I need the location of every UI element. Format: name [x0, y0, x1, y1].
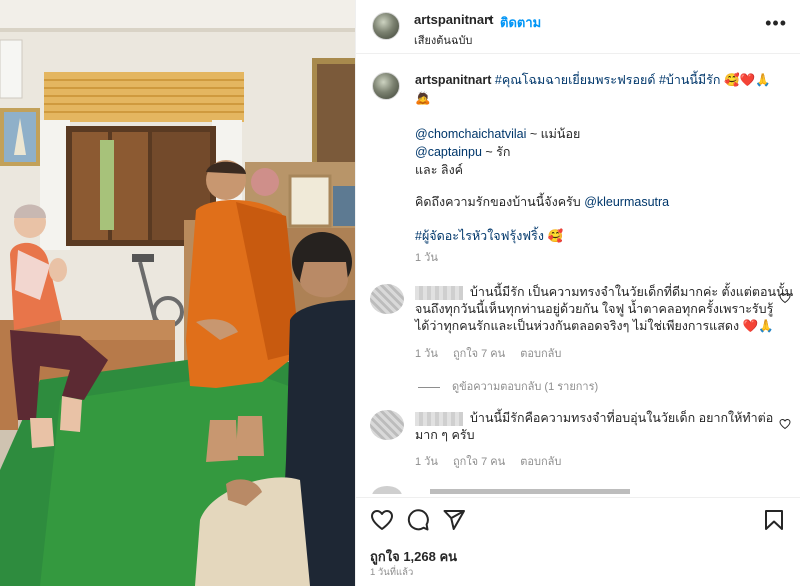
comment-text-line-2: จนถึงทุกวันนี้เห็นทุกท่านอยู่ด้วยกัน ใจฟ…: [415, 302, 774, 316]
post-photo-illustration: [0, 0, 355, 586]
comment-reply-button[interactable]: ตอบกลับ: [520, 348, 561, 360]
post-photo[interactable]: [0, 0, 355, 586]
comment-likes[interactable]: ถูกใจ 7 คน: [453, 348, 505, 360]
follow-button[interactable]: ติดตาม: [500, 12, 541, 33]
caption-miss-line: คิดถึงความรักของบ้านนี้จังครับ @kleurmas…: [415, 194, 669, 210]
mention-captainpu[interactable]: @captainpu: [415, 145, 482, 159]
caption-mention-line-2: @captainpu ~ รัก: [415, 144, 510, 160]
caption-and-line: และ ลิงค์: [415, 163, 464, 177]
caption-miss-text: คิดถึงความรักของบ้านนี้จังครับ: [415, 195, 585, 209]
mention-1-suffix: ~ แม่น้อย: [526, 127, 581, 141]
heart-outline-icon[interactable]: [370, 508, 394, 532]
comment-text-line-3: ได้ว่าทุกคนรักและเป็นห่วงกันตลอดจริงๆ ไม…: [415, 319, 774, 333]
commenter-username-blurred[interactable]: [415, 286, 463, 300]
caption-hashtags[interactable]: #คุณโฉมฉายเยี่ยมพระฟรอยด์ #บ้านนี้มีรัก: [495, 73, 721, 87]
comment-time: 1 วัน: [415, 348, 438, 360]
comment-likes[interactable]: ถูกใจ 7 คน: [453, 456, 505, 468]
caption-author-avatar[interactable]: [372, 72, 400, 100]
mention-chomchaichatvilai[interactable]: @chomchaichatvilai: [415, 127, 526, 141]
view-replies-label: ดูข้อความตอบกลับ (1 รายการ): [452, 381, 599, 393]
partial-comment-row: [372, 486, 630, 494]
mention-2-suffix: ~ รัก: [481, 145, 511, 159]
bookmark-icon[interactable]: [762, 508, 786, 532]
caption-first-line: artspanitnart #คุณโฉมฉายเยี่ยมพระฟรอยด์ …: [415, 72, 771, 88]
comment-meta: 1 วัน ถูกใจ 7 คน ตอบกลับ: [415, 344, 573, 362]
post-actions-bar: ถูกใจ 1,268 คน 1 วันที่แล้ว: [356, 497, 800, 586]
caption-hashtag-2-emoji: 🥰: [543, 229, 564, 243]
caption-time: 1 วัน: [415, 252, 438, 264]
author-username[interactable]: artspanitnart: [414, 12, 493, 27]
commenter-username-blurred[interactable]: [415, 412, 463, 426]
post-side-panel: artspanitnart • ติดตาม เสียงต้นฉบับ ••• …: [355, 0, 800, 586]
caption-emoji-line: 🙇: [415, 91, 431, 105]
caption-hashtag-2[interactable]: #ผู้จัดอะไรหัวใจฟรุ้งฟริ้ง: [415, 229, 544, 243]
comment-text-line-1: บ้านนี้มีรัก เป็นความทรงจำในวัยเด็กที่ดี…: [470, 285, 794, 299]
comment-text-line-1: บ้านนี้มีรักคือความทรงจำที่อบอุ่นในวัยเด…: [470, 411, 774, 425]
view-replies-divider: [418, 386, 440, 388]
commenter-avatar[interactable]: [370, 284, 404, 314]
original-audio-link[interactable]: เสียงต้นฉบับ: [414, 31, 472, 49]
comment-bubble-icon[interactable]: [406, 508, 430, 532]
header-separator: •: [488, 11, 493, 26]
post-likes-count[interactable]: ถูกใจ 1,268 คน: [370, 546, 457, 567]
paper-plane-icon[interactable]: [442, 508, 466, 532]
comment-meta: 1 วัน ถูกใจ 7 คน ตอบกลับ: [415, 452, 573, 470]
post-header: artspanitnart • ติดตาม เสียงต้นฉบับ •••: [356, 0, 800, 54]
author-avatar[interactable]: [372, 12, 400, 40]
more-options-icon[interactable]: •••: [765, 14, 787, 32]
view-replies-button[interactable]: ดูข้อความตอบกลับ (1 รายการ): [418, 377, 598, 395]
caption-hashtag-line: #ผู้จัดอะไรหัวใจฟรุ้งฟริ้ง 🥰: [415, 228, 563, 244]
caption-username[interactable]: artspanitnart: [415, 73, 491, 87]
comment-like-icon[interactable]: [779, 292, 791, 304]
comment-text-line-2: มาก ๆ ครับ: [415, 428, 475, 442]
post-timestamp: 1 วันที่แล้ว: [370, 567, 414, 578]
comment-reply-button[interactable]: ตอบกลับ: [520, 456, 561, 468]
caption-emoji: 🥰❤️🙏: [723, 73, 771, 87]
caption-mention-line-1: @chomchaichatvilai ~ แม่น้อย: [415, 126, 580, 142]
comment-time: 1 วัน: [415, 456, 438, 468]
comment-like-icon[interactable]: [779, 418, 791, 430]
mention-kleurmasutra[interactable]: @kleurmasutra: [584, 195, 669, 209]
commenter-avatar[interactable]: [370, 410, 404, 440]
